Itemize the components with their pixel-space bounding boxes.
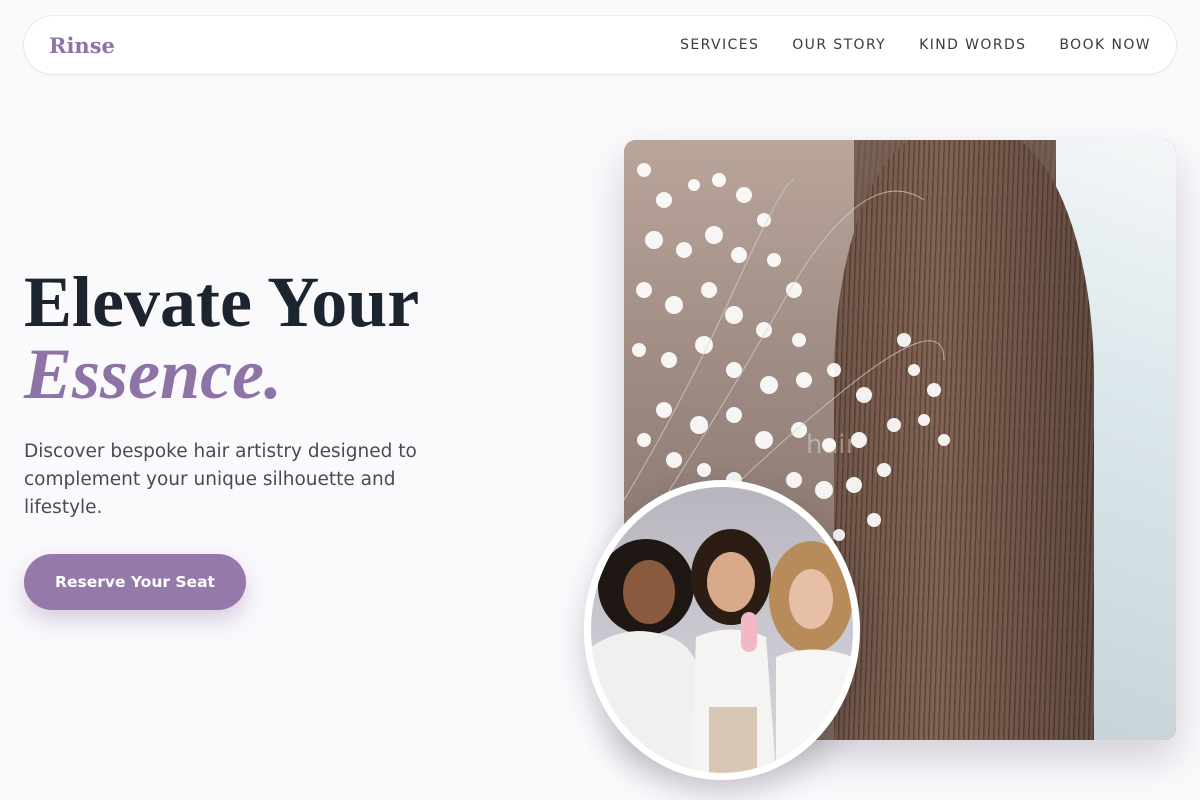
nav-kind-words[interactable]: KIND WORDS [919, 37, 1026, 53]
logo[interactable]: Rinse [49, 33, 115, 58]
reserve-seat-button[interactable]: Reserve Your Seat [24, 554, 246, 610]
hero-title-line2: Essence. [24, 334, 282, 414]
nav-our-story[interactable]: OUR STORY [792, 37, 886, 53]
main-nav: SERVICES OUR STORY KIND WORDS BOOK NOW [680, 37, 1151, 53]
models-photo [584, 480, 860, 780]
nav-services[interactable]: SERVICES [680, 37, 759, 53]
nav-book-now[interactable]: BOOK NOW [1059, 37, 1151, 53]
hero-description: Discover bespoke hair artistry designed … [24, 441, 417, 518]
hero-title: Elevate Your Essence. [24, 266, 419, 410]
page: Rinse SERVICES OUR STORY KIND WORDS BOOK… [0, 0, 1200, 800]
site-header: Rinse SERVICES OUR STORY KIND WORDS BOOK… [24, 16, 1176, 74]
three-models-icon [591, 529, 853, 773]
photo-watermark: hair [806, 430, 857, 460]
hero-title-line1: Elevate Your [24, 262, 420, 342]
